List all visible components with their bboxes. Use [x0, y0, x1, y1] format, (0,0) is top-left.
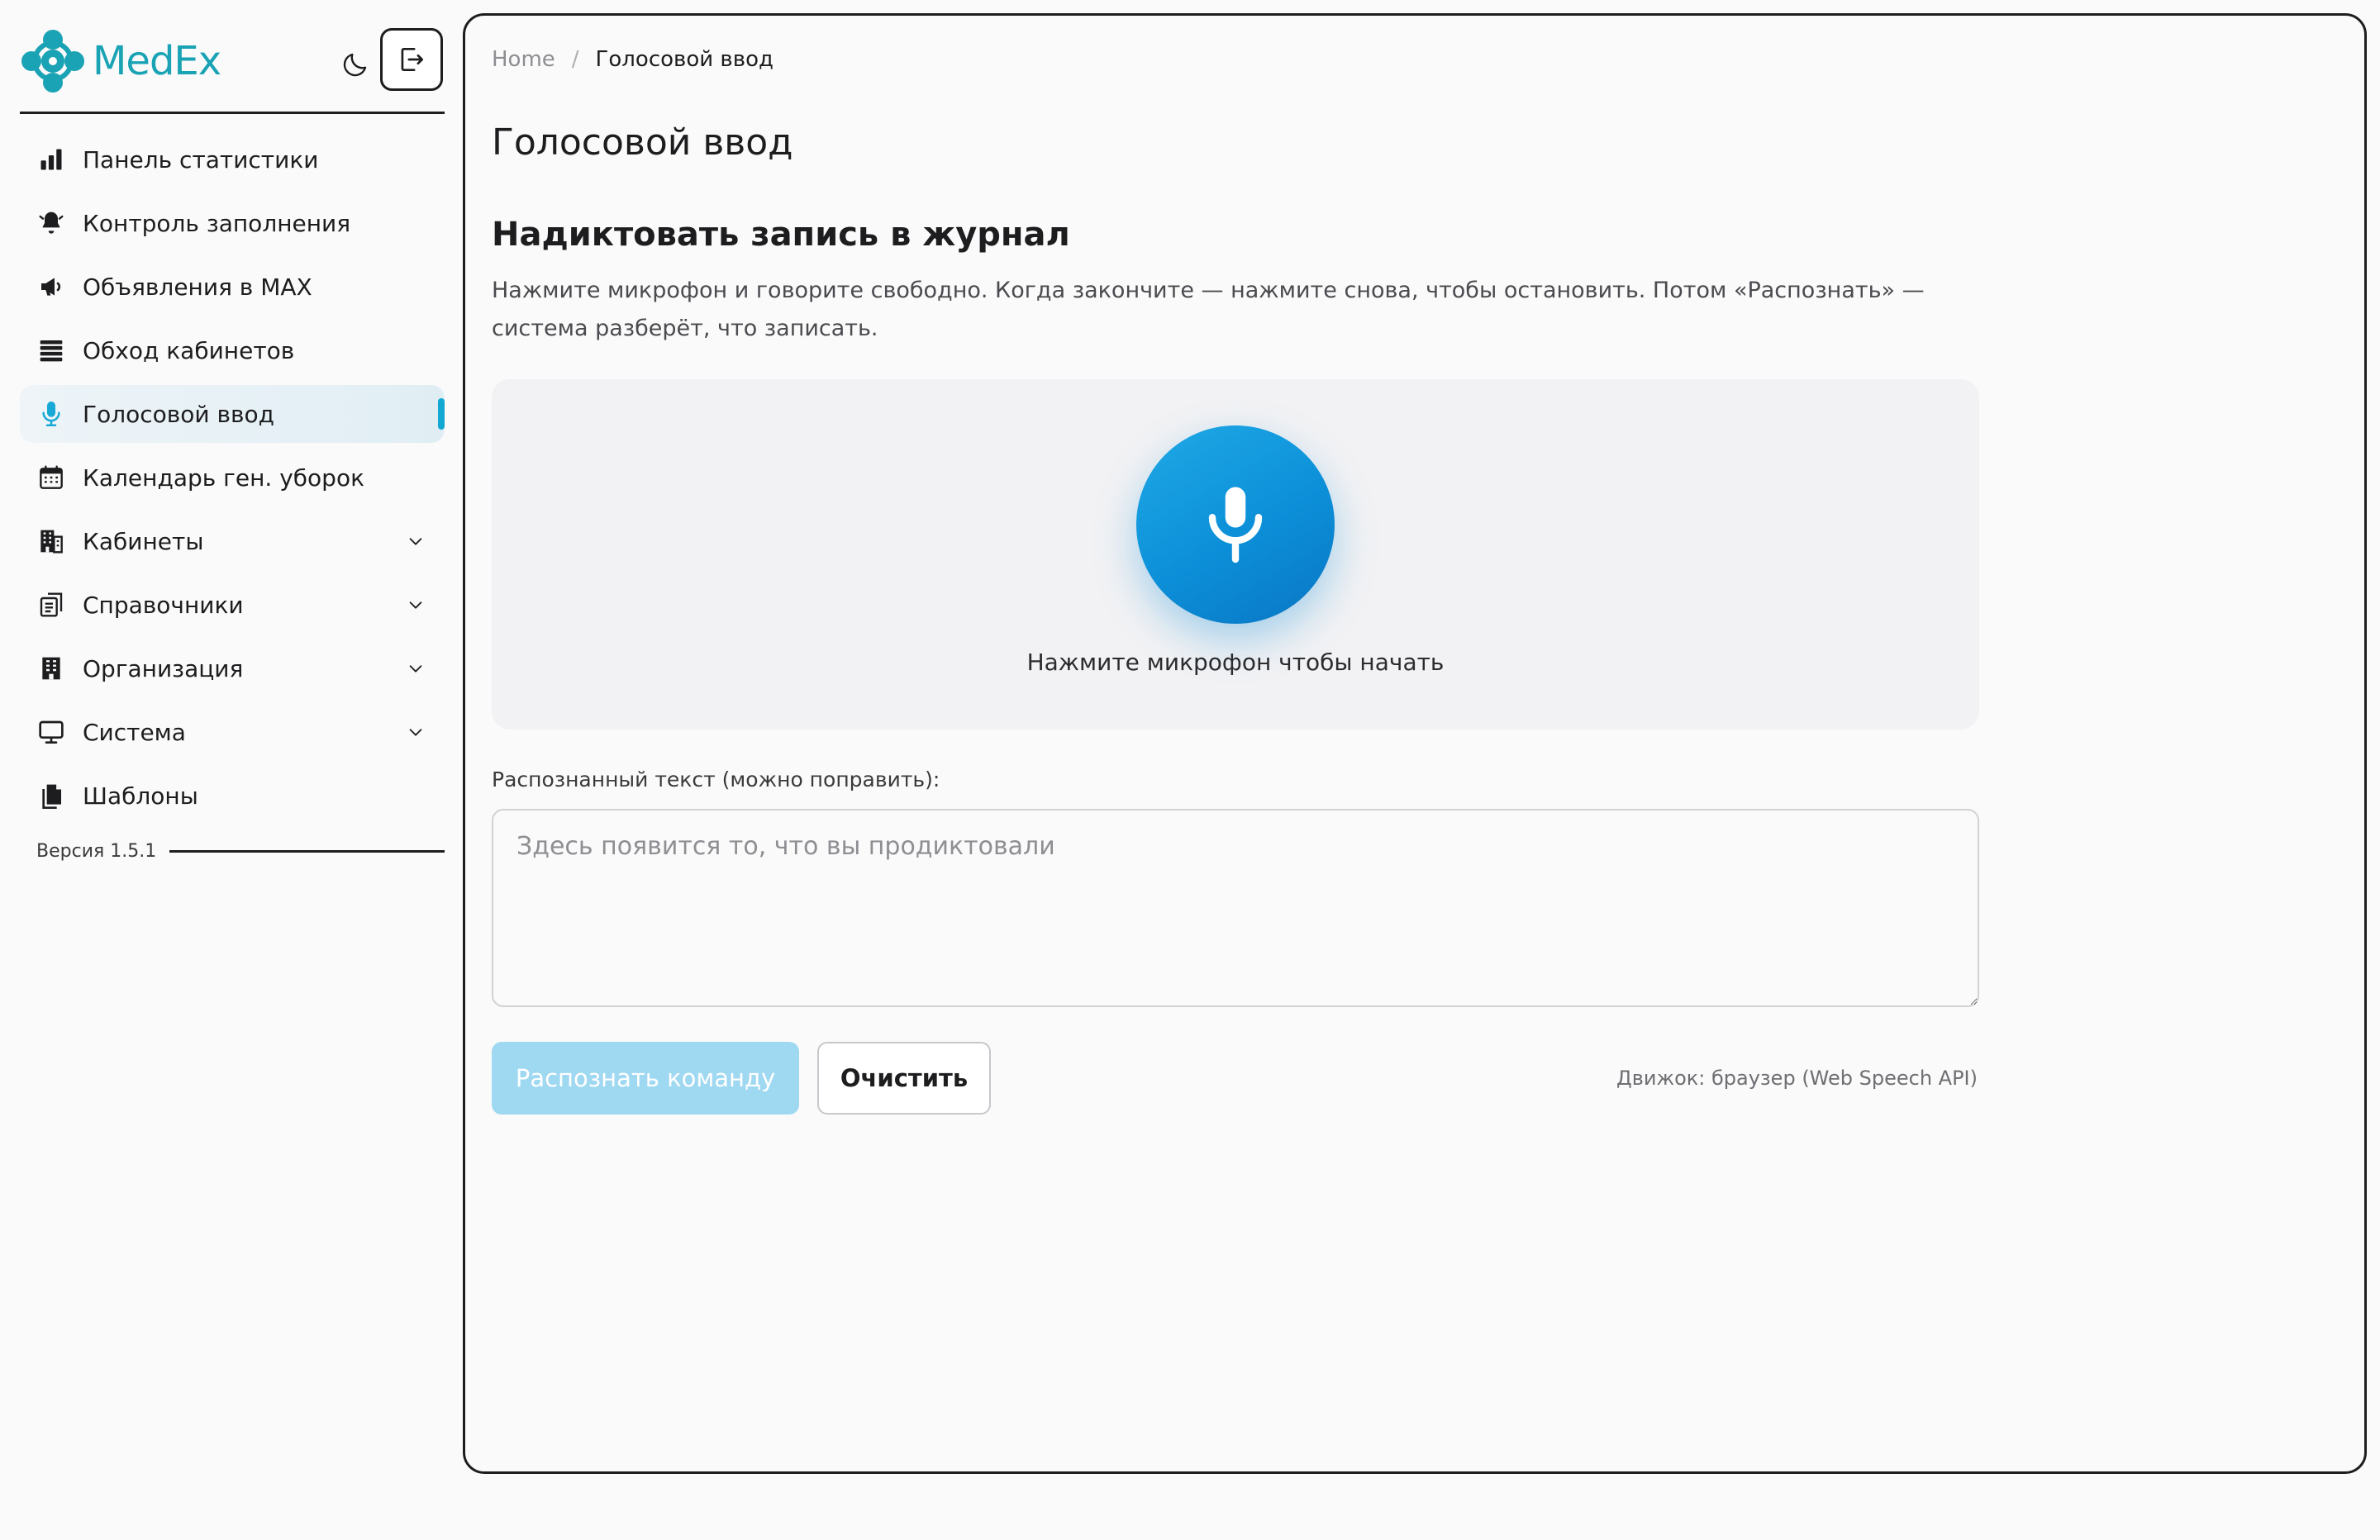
- sidebar-item-statistics[interactable]: Панель статистики: [20, 131, 445, 188]
- sidebar-item-templates[interactable]: Шаблоны: [20, 767, 445, 825]
- sidebar-item-voice-input[interactable]: Голосовой ввод: [20, 385, 445, 443]
- microphone-icon: [36, 399, 66, 429]
- version-divider: [169, 850, 445, 853]
- calendar-icon: [36, 463, 66, 492]
- sidebar-item-organization[interactable]: Организация: [20, 639, 445, 697]
- transcript-label: Распознанный текст (можно поправить):: [492, 768, 940, 791]
- sidebar-item-label: Обход кабинетов: [83, 336, 295, 364]
- chevron-down-icon: [409, 665, 422, 673]
- monitor-icon: [36, 717, 66, 747]
- sidebar-item-announcements[interactable]: Объявления в MAX: [20, 258, 445, 316]
- theme-toggle-button[interactable]: [332, 41, 378, 88]
- chevron-down-icon: [409, 538, 422, 545]
- section-description: Нажмите микрофон и говорите свободно. Ко…: [492, 278, 1925, 341]
- chevron-down-icon: [409, 601, 422, 609]
- record-microphone-button[interactable]: [1136, 425, 1335, 624]
- building-icon: [36, 526, 66, 556]
- logout-icon: [401, 47, 424, 72]
- sidebar-item-label: Голосовой ввод: [83, 400, 274, 428]
- breadcrumb-home-link[interactable]: Home: [492, 47, 555, 72]
- section-title: Надиктовать запись в журнал: [492, 216, 1070, 254]
- sidebar-item-label: Панель статистики: [83, 145, 319, 173]
- sidebar-item-label: Объявления в MAX: [83, 273, 312, 301]
- list-icon: [36, 335, 66, 365]
- transcript-textarea[interactable]: [492, 809, 1979, 1007]
- voice-recorder-panel: Нажмите микрофон чтобы начать: [492, 379, 1979, 730]
- sidebar-item-fill-control[interactable]: Контроль заполнения: [20, 194, 445, 252]
- sidebar-item-label: Организация: [83, 654, 244, 682]
- version-row: Версия 1.5.1: [36, 841, 445, 862]
- sidebar-header: MedEx: [20, 23, 445, 114]
- sidebar-item-cleaning-calendar[interactable]: Календарь ген. уборок: [20, 449, 445, 506]
- sidebar-item-label: Система: [83, 718, 186, 746]
- sidebar-item-label: Шаблоны: [83, 782, 198, 810]
- office-icon: [36, 654, 66, 683]
- chevron-down-icon: [409, 729, 422, 736]
- documents-icon: [36, 781, 66, 810]
- sidebar-item-directories[interactable]: Справочники: [20, 576, 445, 634]
- book-icon: [36, 590, 66, 620]
- sidebar-item-rounds[interactable]: Обход кабинетов: [20, 321, 445, 379]
- sidebar-item-label: Справочники: [83, 591, 244, 619]
- page-title: Голосовой ввод: [492, 121, 793, 164]
- megaphone-icon: [36, 272, 66, 302]
- mic-hint-text: Нажмите микрофон чтобы начать: [1026, 649, 1445, 676]
- bell-icon: [36, 208, 66, 238]
- breadcrumb-separator: /: [571, 47, 579, 72]
- breadcrumb: Home / Голосовой ввод: [492, 47, 774, 72]
- sidebar-item-rooms[interactable]: Кабинеты: [20, 512, 445, 570]
- clear-button[interactable]: Очистить: [817, 1042, 991, 1115]
- microphone-icon: [1208, 487, 1263, 563]
- sidebar-nav: Панель статистики Контроль заполнения Об…: [20, 131, 445, 830]
- app-name: MedEx: [93, 38, 221, 84]
- version-label: Версия 1.5.1: [36, 841, 157, 862]
- sidebar-item-label: Кабинеты: [83, 527, 204, 555]
- logout-button[interactable]: [380, 28, 443, 91]
- sidebar-item-label: Календарь ген. уборок: [83, 463, 364, 492]
- sidebar: MedEx Панель статистики Контроль заполне: [0, 0, 463, 1540]
- engine-info-text: Движок: браузер (Web Speech API): [1616, 1067, 1978, 1090]
- sidebar-item-system[interactable]: Система: [20, 703, 445, 761]
- sidebar-item-label: Контроль заполнения: [83, 209, 351, 237]
- logo[interactable]: MedEx: [20, 28, 221, 94]
- bar-chart-icon: [36, 145, 66, 174]
- main-content: Home / Голосовой ввод Голосовой ввод Над…: [463, 13, 2367, 1474]
- breadcrumb-current: Голосовой ввод: [595, 47, 774, 72]
- recognize-command-button[interactable]: Распознать команду: [492, 1042, 799, 1115]
- moon-icon: [343, 53, 367, 77]
- medex-logo-icon: [21, 30, 84, 93]
